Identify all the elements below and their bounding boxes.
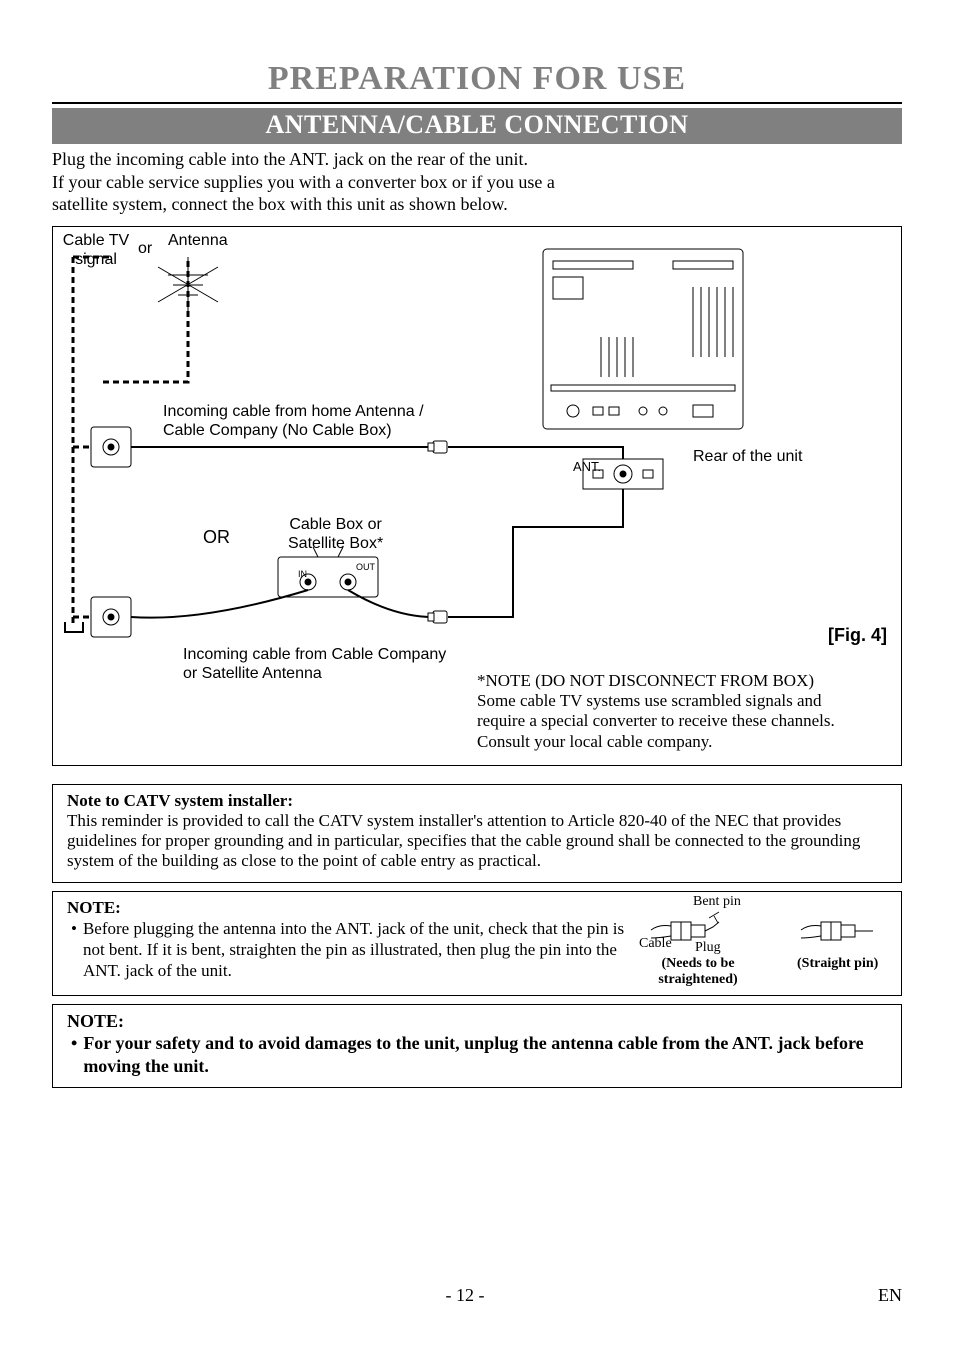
section-heading: ANTENNA/CABLE CONNECTION bbox=[52, 108, 902, 144]
catv-note-box: Note to CATV system installer: This remi… bbox=[52, 784, 902, 883]
cablebox-label: Cable Box or Satellite Box* bbox=[288, 515, 383, 553]
bent-pin-label: Bent pin bbox=[693, 894, 741, 910]
pin-diagram: Bent pin Cable Plug (Needs to be straigh… bbox=[649, 894, 889, 989]
pin-note-bullet: Before plugging the antenna into the ANT… bbox=[83, 918, 647, 982]
rear-of-unit-label: Rear of the unit bbox=[693, 447, 802, 466]
safety-note-heading: NOTE: bbox=[67, 1011, 887, 1032]
bullet-icon: • bbox=[71, 1032, 77, 1077]
needs-straightened-label: (Needs to be straightened) bbox=[653, 956, 743, 988]
or-label-big: OR bbox=[203, 527, 230, 549]
straight-pin-label: (Straight pin) bbox=[797, 956, 878, 972]
cable-label: Cable bbox=[639, 936, 672, 952]
antenna-label: Antenna bbox=[168, 231, 228, 250]
language-code: EN bbox=[878, 1285, 902, 1306]
figure-caption: [Fig. 4] bbox=[828, 625, 887, 646]
pin-note-box: NOTE: • Before plugging the antenna into… bbox=[52, 891, 902, 997]
incoming-cable-company-label: Incoming cable from Cable Company or Sat… bbox=[183, 645, 446, 683]
or-label-small: or bbox=[138, 239, 152, 258]
main-title: PREPARATION FOR USE bbox=[52, 60, 902, 98]
page-number: - 12 - bbox=[52, 1285, 878, 1306]
pin-note-heading: NOTE: bbox=[67, 898, 647, 918]
bullet-icon: • bbox=[71, 918, 77, 982]
intro-text: Plug the incoming cable into the ANT. ja… bbox=[52, 148, 902, 216]
incoming-cable-no-box-label: Incoming cable from home Antenna / Cable… bbox=[163, 402, 424, 440]
figure-4-diagram: Cable TV signal or Antenna Incoming cabl… bbox=[52, 226, 902, 766]
page-footer: - 12 - EN bbox=[52, 1285, 902, 1306]
catv-note-heading: Note to CATV system installer: bbox=[67, 791, 887, 811]
catv-note-body: This reminder is provided to call the CA… bbox=[67, 811, 887, 872]
divider bbox=[52, 102, 902, 104]
ant-jack-label: ANT. bbox=[573, 459, 601, 475]
in-port-label: IN bbox=[298, 569, 307, 580]
out-port-label: OUT bbox=[356, 562, 375, 573]
safety-note-bullet: For your safety and to avoid damages to … bbox=[83, 1032, 887, 1077]
plug-label: Plug bbox=[695, 940, 721, 956]
document-page: PREPARATION FOR USE ANTENNA/CABLE CONNEC… bbox=[0, 0, 954, 1348]
safety-note-box: NOTE: • For your safety and to avoid dam… bbox=[52, 1004, 902, 1088]
note-do-not-disconnect: *NOTE (DO NOT DISCONNECT FROM BOX) Some … bbox=[477, 671, 887, 753]
cable-tv-signal-label: Cable TV signal bbox=[61, 231, 131, 269]
